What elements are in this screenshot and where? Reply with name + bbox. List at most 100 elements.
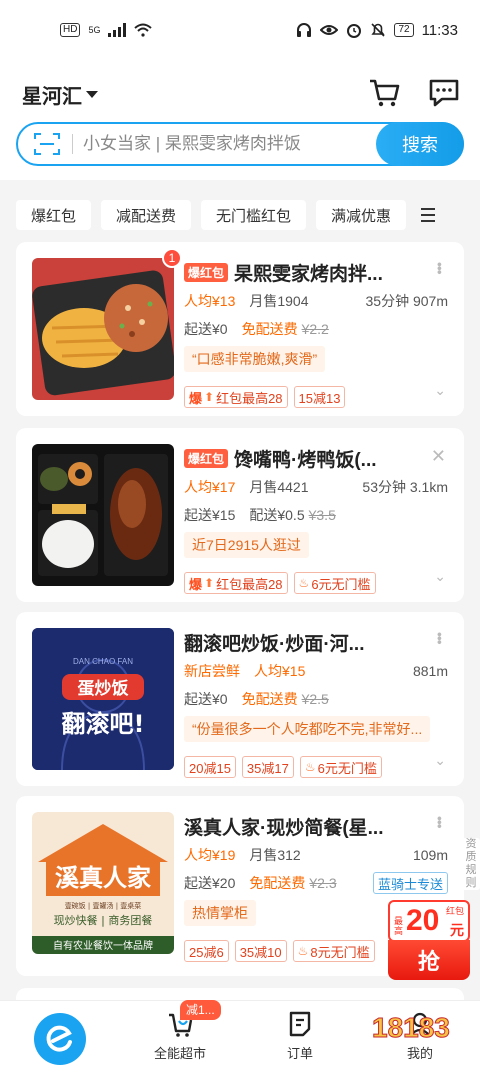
promo-redpack: 爆 ⬆ 红包最高28 <box>184 572 288 594</box>
close-icon[interactable]: ✕ <box>431 446 446 467</box>
filter-menu-icon[interactable] <box>418 205 438 225</box>
hd-badge: HD <box>60 23 81 37</box>
shop-card[interactable]: 爆红包 馋嘴鸭·烤鸭饭(... 人均¥17 月售4421 53分钟 3.1km … <box>16 428 464 602</box>
shop-tag: 热情掌柜 <box>184 900 256 926</box>
thumb-sub: 壹碗饭 | 壹罐汤 | 壹桌菜 <box>65 901 142 910</box>
watermark-logo: 18183 <box>372 1012 451 1044</box>
chevron-down-icon[interactable]: ⌄ <box>434 752 446 769</box>
per-capita: 人均¥13 <box>184 293 236 309</box>
signal-icon <box>108 23 127 37</box>
tab-label: 订单 <box>286 1046 313 1061</box>
search-input[interactable] <box>83 134 376 154</box>
delivery-fee: 配送¥0.5 <box>249 507 305 523</box>
original-delivery-fee: ¥3.5 <box>308 507 336 523</box>
delivery-fee: 免配送费 <box>241 691 298 707</box>
thumb-en-text: DAN CHAO FAN <box>73 657 133 666</box>
coupon-icon: ♨ <box>298 576 310 590</box>
cart-icon[interactable] <box>364 72 404 112</box>
time-distance: 881m <box>412 663 448 679</box>
shop-name: 翻滚吧炒饭·炒面·河... <box>184 633 365 655</box>
more-options-icon[interactable]: ••• <box>432 816 448 828</box>
promo-discount: 20减15 <box>184 756 236 778</box>
promo-no-threshold: ♨ 6元无门槛 <box>293 572 376 594</box>
order-icon <box>289 1011 311 1037</box>
shop-thumbnail: DAN CHAO FAN 蛋炒饭 翻滚吧! <box>32 628 174 770</box>
filter-bar: 爆红包 减配送费 无门槛红包 满减优惠 <box>16 200 480 230</box>
filter-chip-full-reduction[interactable]: 满减优惠 <box>316 200 407 230</box>
search-divider <box>72 134 73 154</box>
thumb-title: 溪真人家 <box>55 863 151 892</box>
thumb-mid: 现炒快餐 | 商务团餐 <box>54 913 153 927</box>
min-order: 起送¥0 <box>184 691 228 707</box>
original-delivery-fee: ¥2.2 <box>301 321 329 337</box>
network-label: 5G <box>88 25 101 35</box>
thumb-foot: 自有农业餐饮一体品牌 <box>53 939 153 952</box>
shop-name: 杲熙雯家烤肉拌... <box>234 263 383 285</box>
redpack-unit: 元 <box>450 922 464 938</box>
review-quote: “份量很多一个人吃都吃不完,非常好... <box>184 716 431 742</box>
filter-chip-reduced-delivery[interactable]: 减配送费 <box>101 200 192 230</box>
original-delivery-fee: ¥2.5 <box>301 691 329 707</box>
chevron-down-icon[interactable]: ⌄ <box>434 382 446 399</box>
floating-redpack[interactable]: 最高 20 红包 元 抢 <box>388 900 470 980</box>
shop-card[interactable]: 1 爆红包 杲熙雯家烤肉拌... 人均¥13 月售1904 35分钟 907m … <box>16 242 464 416</box>
min-order: 起送¥15 <box>184 507 236 523</box>
shop-card[interactable]: DAN CHAO FAN 蛋炒饭 翻滚吧! 翻滚吧炒饭·炒面·河... 新店尝鲜… <box>16 612 464 786</box>
coupon-icon: ♨ <box>304 760 316 774</box>
status-bar: HD 5G 72 11:33 <box>0 0 480 60</box>
top-header: 星河汇 搜索 <box>0 60 480 180</box>
qualification-rules-link[interactable]: 资质规则 <box>462 838 480 890</box>
battery-icon: 72 <box>394 23 414 37</box>
promo-no-threshold: ♨ 6元无门槛 <box>299 756 382 778</box>
delivery-fee: 免配送费 <box>249 875 306 891</box>
home-tab-logo-icon[interactable] <box>34 1013 86 1065</box>
shop-name: 馋嘴鸭·烤鸭饭(... <box>234 449 377 471</box>
more-options-icon[interactable]: ••• <box>432 632 448 644</box>
promo-no-threshold: ♨ 8元无门槛 <box>292 940 375 962</box>
thumb-line1: 蛋炒饭 <box>78 678 129 699</box>
clock: 11:33 <box>421 21 458 39</box>
promo-discount: 35减17 <box>241 756 294 778</box>
search-button[interactable]: 搜索 <box>376 122 464 166</box>
shop-info: 爆红包 馋嘴鸭·烤鸭饭(... 人均¥17 月售4421 53分钟 3.1km … <box>184 444 448 595</box>
scan-icon[interactable] <box>32 130 62 158</box>
min-order: 起送¥0 <box>184 321 228 337</box>
time-distance: 53分钟 3.1km <box>362 479 448 495</box>
search-bar: 搜索 <box>16 122 464 166</box>
alarm-icon <box>347 24 362 38</box>
monthly-sales: 月售4421 <box>249 479 309 495</box>
tab-orders[interactable]: 订单 <box>260 1001 340 1067</box>
coupon-icon: ♨ <box>297 944 309 958</box>
status-left: HD 5G <box>60 23 153 37</box>
more-options-icon[interactable]: ••• <box>432 262 448 274</box>
grab-button[interactable]: 抢 <box>388 940 470 980</box>
caret-down-icon <box>86 91 98 98</box>
delivery-fee: 免配送费 <box>241 321 298 337</box>
promo-discount: 35减10 <box>234 940 287 962</box>
shop-thumbnail <box>32 258 174 400</box>
mute-bell-icon <box>371 23 386 37</box>
wifi-icon <box>134 23 153 37</box>
redpack-amount: 20 <box>406 904 440 937</box>
filter-chip-hot-redpack[interactable]: 爆红包 <box>16 200 92 230</box>
eye-icon <box>320 25 339 35</box>
redpack-tag: 红包 <box>445 906 464 916</box>
monthly-sales: 月售312 <box>249 847 301 863</box>
notification-badge: 1 <box>162 248 182 268</box>
location-selector[interactable]: 星河汇 <box>22 80 98 109</box>
time-distance: 109m <box>412 847 448 863</box>
promo-discount: 25减6 <box>184 940 229 962</box>
redpack-amount-box: 最高 20 红包 元 <box>388 900 470 942</box>
per-capita: 人均¥15 <box>254 663 306 679</box>
redpack-max-label: 最高 <box>394 916 404 936</box>
promo-redpack: 爆 ⬆ 红包最高28 <box>184 386 288 408</box>
message-icon[interactable] <box>424 72 464 112</box>
tab-label: 我的 <box>406 1046 433 1061</box>
headphones-icon <box>297 23 312 37</box>
filter-chip-no-threshold[interactable]: 无门槛红包 <box>201 200 307 230</box>
monthly-sales: 月售1904 <box>249 293 309 309</box>
review-quote: “口感非常脆嫩,爽滑” <box>184 346 326 372</box>
tab-label: 全能超市 <box>153 1046 206 1061</box>
shop-thumbnail <box>32 444 174 586</box>
chevron-down-icon[interactable]: ⌄ <box>434 568 446 585</box>
